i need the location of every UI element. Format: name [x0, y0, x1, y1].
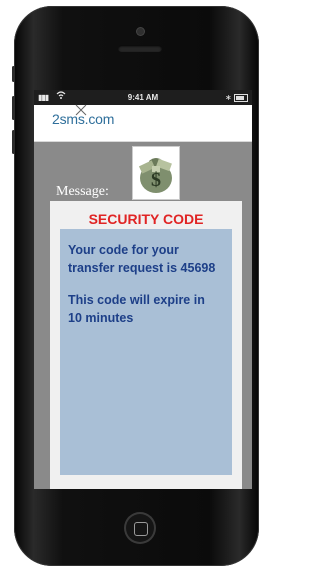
logo-mark-icon	[74, 103, 88, 119]
home-button[interactable]	[124, 512, 156, 544]
battery-icon	[234, 94, 248, 102]
phone-screen: ▮▮▮ 9:41 AM ∗ 2sms.com $ Message: SECURI…	[34, 90, 252, 489]
bluetooth-icon: ∗	[225, 93, 232, 102]
status-bar: ▮▮▮ 9:41 AM ∗	[34, 90, 252, 105]
svg-text:$: $	[151, 169, 161, 191]
camera-icon	[137, 28, 144, 35]
message-label: Message:	[56, 184, 109, 199]
volume-down-button	[12, 130, 15, 154]
volume-up-button	[12, 96, 15, 120]
message-body: Your code for your transfer request is 4…	[60, 229, 232, 475]
message-bubble: SECURITY CODE Your code for your transfe…	[50, 201, 242, 489]
expiry-text: This code will expire in 10 minutes	[68, 293, 205, 325]
code-text: Your code for your transfer request is 4…	[68, 243, 216, 275]
status-time: 9:41 AM	[127, 93, 159, 102]
security-code-title: SECURITY CODE	[88, 211, 204, 227]
money-bag-icon: $	[132, 146, 180, 200]
earpiece-speaker	[118, 45, 162, 52]
app-header: 2sms.com	[34, 103, 252, 142]
mute-switch	[12, 66, 15, 82]
